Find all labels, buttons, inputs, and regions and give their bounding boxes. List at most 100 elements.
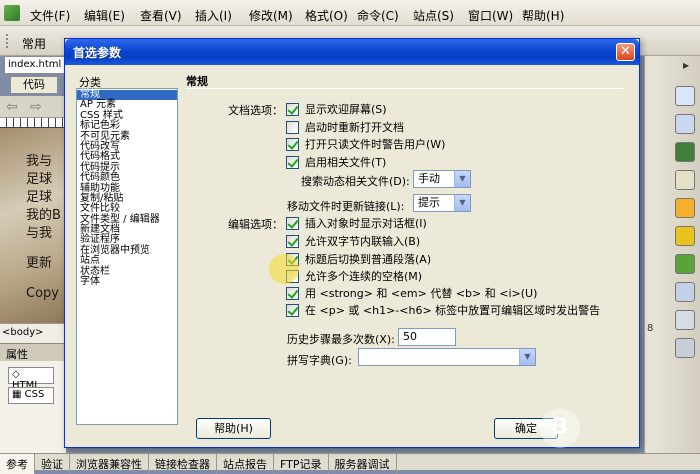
checkbox[interactable] [286, 138, 299, 151]
design-text-line: 足球 [26, 190, 53, 205]
panel-icon[interactable] [675, 86, 695, 106]
menu-file[interactable]: 文件(F) [30, 7, 70, 24]
browser-nav-strip: ⇦ ⇨ [0, 96, 66, 118]
help-button[interactable]: 帮助(H) [196, 418, 271, 439]
panel-icon[interactable] [675, 198, 695, 218]
checkbox[interactable] [286, 156, 299, 169]
css-icon: ▦ [12, 389, 22, 400]
option-label: 用 <strong> 和 <em> 代替 <b> 和 <i>(U) [305, 287, 538, 300]
design-text-line: 与我 [26, 226, 53, 241]
dialog-title: 首选参数 [73, 46, 122, 60]
design-text-line: 我的B [26, 208, 61, 223]
spell-dictionary-label: 拼写字典(G): [287, 354, 352, 367]
section-title: 常规 [186, 75, 208, 88]
doc-options-label: 文档选项： [228, 104, 283, 117]
checkbox[interactable] [286, 103, 299, 116]
search-related-label: 搜索动态相关文件(D): [301, 175, 410, 188]
option-label: 在 <p> 或 <h1>-<h6> 标签中放置可编辑区域时发出警告 [305, 304, 601, 317]
menu-help[interactable]: 帮助(H) [522, 7, 564, 24]
back-arrow-icon[interactable]: ⇦ [6, 99, 18, 115]
search-related-value: 手动 [418, 172, 440, 185]
forward-arrow-icon[interactable]: ⇨ [30, 99, 42, 115]
panel-icon[interactable] [675, 114, 695, 134]
tab-link-checker[interactable]: 链接检查器 [149, 454, 217, 474]
document-tab[interactable]: index.html [4, 56, 66, 74]
move-update-label: 移动文件时更新链接(L): [287, 200, 405, 213]
menu-modify[interactable]: 修改(M) [249, 7, 293, 24]
menu-edit[interactable]: 编辑(E) [84, 7, 125, 24]
menu-view[interactable]: 查看(V) [140, 7, 182, 24]
move-update-value: 提示 [418, 196, 440, 209]
panel-icon[interactable] [675, 254, 695, 274]
option-label: 启用相关文件(T) [305, 156, 387, 169]
category-list[interactable]: 常规 AP 元素 CSS 样式 标记色彩 不可见元素 代码改写 代码格式 代码提示 代码颜色 辅助… [76, 88, 178, 425]
option-label: 打开只读文件时警告用户(W) [305, 138, 446, 151]
panel-icon[interactable] [675, 338, 695, 358]
ruler [0, 118, 66, 128]
design-text-line: Copy [26, 286, 59, 301]
menu-format[interactable]: 格式(O) [305, 7, 348, 24]
gutter-number: 8 [647, 323, 654, 334]
category-item[interactable]: 字体 [77, 276, 177, 287]
chevron-right-icon[interactable]: ▸ [683, 58, 689, 72]
cursor-highlight [269, 254, 299, 284]
watermark-logo: B [540, 408, 580, 448]
html-icon: ◇ [12, 369, 20, 380]
option-label: 允许多个连续的空格(M) [305, 270, 423, 283]
design-text-line: 更新 [26, 256, 53, 271]
search-related-select[interactable]: 手动 ▼ [413, 170, 471, 188]
panel-icon[interactable] [675, 142, 695, 162]
move-update-select[interactable]: 提示 ▼ [413, 194, 471, 212]
chevron-down-icon: ▼ [454, 195, 470, 211]
history-steps-label: 历史步骤最多次数(X): [287, 333, 395, 346]
properties-html-button[interactable]: ◇ HTML [8, 367, 54, 391]
properties-panel: ◇ HTML ▦ CSS [0, 361, 66, 453]
option-label: 插入对象时显示对话框(I) [305, 217, 427, 230]
menu-site[interactable]: 站点(S) [413, 7, 454, 24]
option-label: 显示欢迎屏幕(S) [305, 103, 387, 116]
category-item[interactable]: 标记色彩 [77, 120, 177, 131]
dialog-titlebar[interactable]: 首选参数 ✕ [65, 39, 639, 65]
tab-browser-compat[interactable]: 浏览器兼容性 [70, 454, 149, 474]
tab-ftp-log[interactable]: FTP记录 [274, 454, 329, 474]
tab-reference[interactable]: 参考 [0, 454, 35, 474]
properties-css-button[interactable]: ▦ CSS [8, 387, 54, 404]
menu-insert[interactable]: 插入(I) [195, 7, 232, 24]
menu-commands[interactable]: 命令(C) [357, 7, 399, 24]
chevron-down-icon: ▼ [519, 349, 535, 365]
tab-site-reports[interactable]: 站点报告 [217, 454, 274, 474]
option-label: 启动时重新打开文档 [305, 121, 404, 134]
option-label: 允许双字节内联输入(B) [305, 235, 421, 248]
menu-bar: 文件(F) 编辑(E) 查看(V) 插入(I) 修改(M) 格式(O) 命令(C… [0, 0, 700, 26]
checkbox[interactable] [286, 121, 299, 134]
dreamweaver-app-icon[interactable] [4, 5, 20, 21]
design-text-line: 足球 [26, 172, 53, 187]
design-view[interactable]: 我与 足球 足球 我的B 与我 更新 Copy [0, 128, 66, 323]
tab-server-debug[interactable]: 服务器调试 [329, 454, 397, 474]
history-steps-input[interactable]: 50 [398, 328, 456, 346]
spell-dictionary-select[interactable]: ▼ [358, 348, 536, 366]
properties-panel-header[interactable]: 属性 [0, 343, 66, 361]
insert-category-common[interactable]: 常用 [22, 35, 46, 52]
panel-icon[interactable] [675, 310, 695, 330]
checkbox[interactable] [286, 304, 299, 317]
panel-icon[interactable] [675, 170, 695, 190]
checkbox[interactable] [286, 287, 299, 300]
option-label: 标题后切换到普通段落(A) [305, 253, 432, 266]
design-text-line: 我与 [26, 154, 53, 169]
chevron-down-icon: ▼ [454, 171, 470, 187]
checkbox[interactable] [286, 217, 299, 230]
toolbar-grip[interactable] [6, 34, 16, 48]
close-button[interactable]: ✕ [616, 43, 635, 61]
right-panel-dock: ▸ 8 [644, 56, 700, 453]
tag-selector[interactable]: <body> [0, 323, 66, 343]
lightning-icon[interactable] [675, 226, 695, 246]
tab-validation[interactable]: 验证 [35, 454, 70, 474]
category-item[interactable]: 代码颜色 [77, 172, 177, 183]
menu-window[interactable]: 窗口(W) [468, 7, 513, 24]
results-tab-bar: 参考 验证 浏览器兼容性 链接检查器 站点报告 FTP记录 服务器调试 [0, 453, 700, 474]
panel-icon[interactable] [675, 282, 695, 302]
code-view-button[interactable]: 代码 [10, 76, 58, 94]
checkbox[interactable] [286, 235, 299, 248]
section-divider [186, 88, 624, 89]
